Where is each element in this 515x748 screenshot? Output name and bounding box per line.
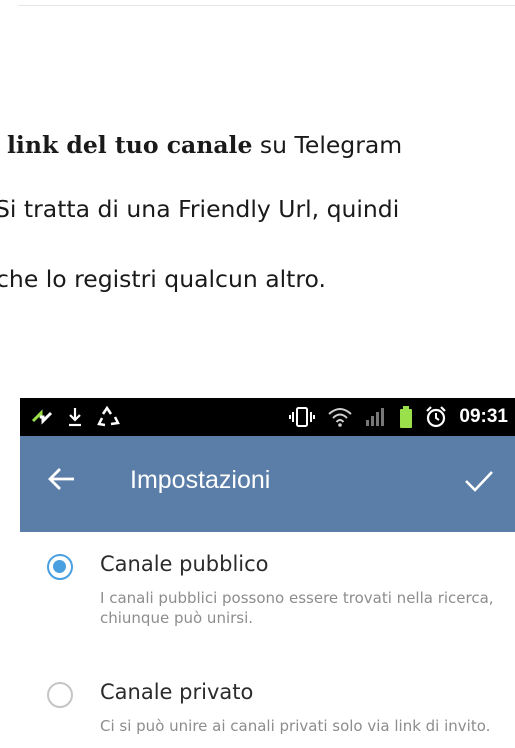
- radio-public-channel[interactable]: [47, 554, 73, 580]
- article-bold-text: link del tuo canale: [7, 131, 253, 159]
- back-arrow-icon[interactable]: [48, 466, 76, 496]
- article-line-1-rest: su Telegram: [252, 131, 403, 159]
- download-icon: [66, 406, 84, 428]
- swap-arrows-icon: [30, 407, 54, 427]
- status-bar: 09:31: [20, 398, 515, 436]
- article-line-1: link del tuo canale su Telegram: [7, 130, 402, 160]
- phone-screenshot: 09:31 Impostazioni Canale pubblico I can…: [20, 398, 515, 748]
- signal-icon: [365, 406, 387, 428]
- radio-private-channel[interactable]: [47, 682, 73, 708]
- app-bar-title: Impostazioni: [130, 466, 271, 494]
- article-line-3: che lo registri qualcun altro.: [0, 265, 326, 293]
- option-public-description: I canali pubblici possono essere trovati…: [100, 589, 494, 627]
- alarm-icon: [425, 406, 447, 428]
- app-bar: Impostazioni: [20, 436, 515, 532]
- status-bar-left-icons: [30, 404, 120, 430]
- option-private-description: Ci si può unire ai canali privati solo v…: [100, 717, 491, 735]
- status-bar-clock: 09:31: [459, 406, 508, 427]
- confirm-check-icon[interactable]: [464, 469, 494, 497]
- status-bar-right-icons: 09:31: [289, 404, 508, 430]
- option-private-title: Canale privato: [100, 680, 254, 704]
- article-line-2: Si tratta di una Friendly Url, quindi: [0, 195, 400, 223]
- top-content-box: [18, 0, 515, 6]
- wifi-icon: [327, 406, 353, 428]
- battery-icon: [399, 405, 413, 429]
- recycle-icon: [96, 406, 120, 428]
- vibrate-icon: [289, 406, 316, 428]
- page: link del tuo canale su Telegram Si tratt…: [0, 0, 515, 748]
- option-public-title: Canale pubblico: [100, 552, 269, 576]
